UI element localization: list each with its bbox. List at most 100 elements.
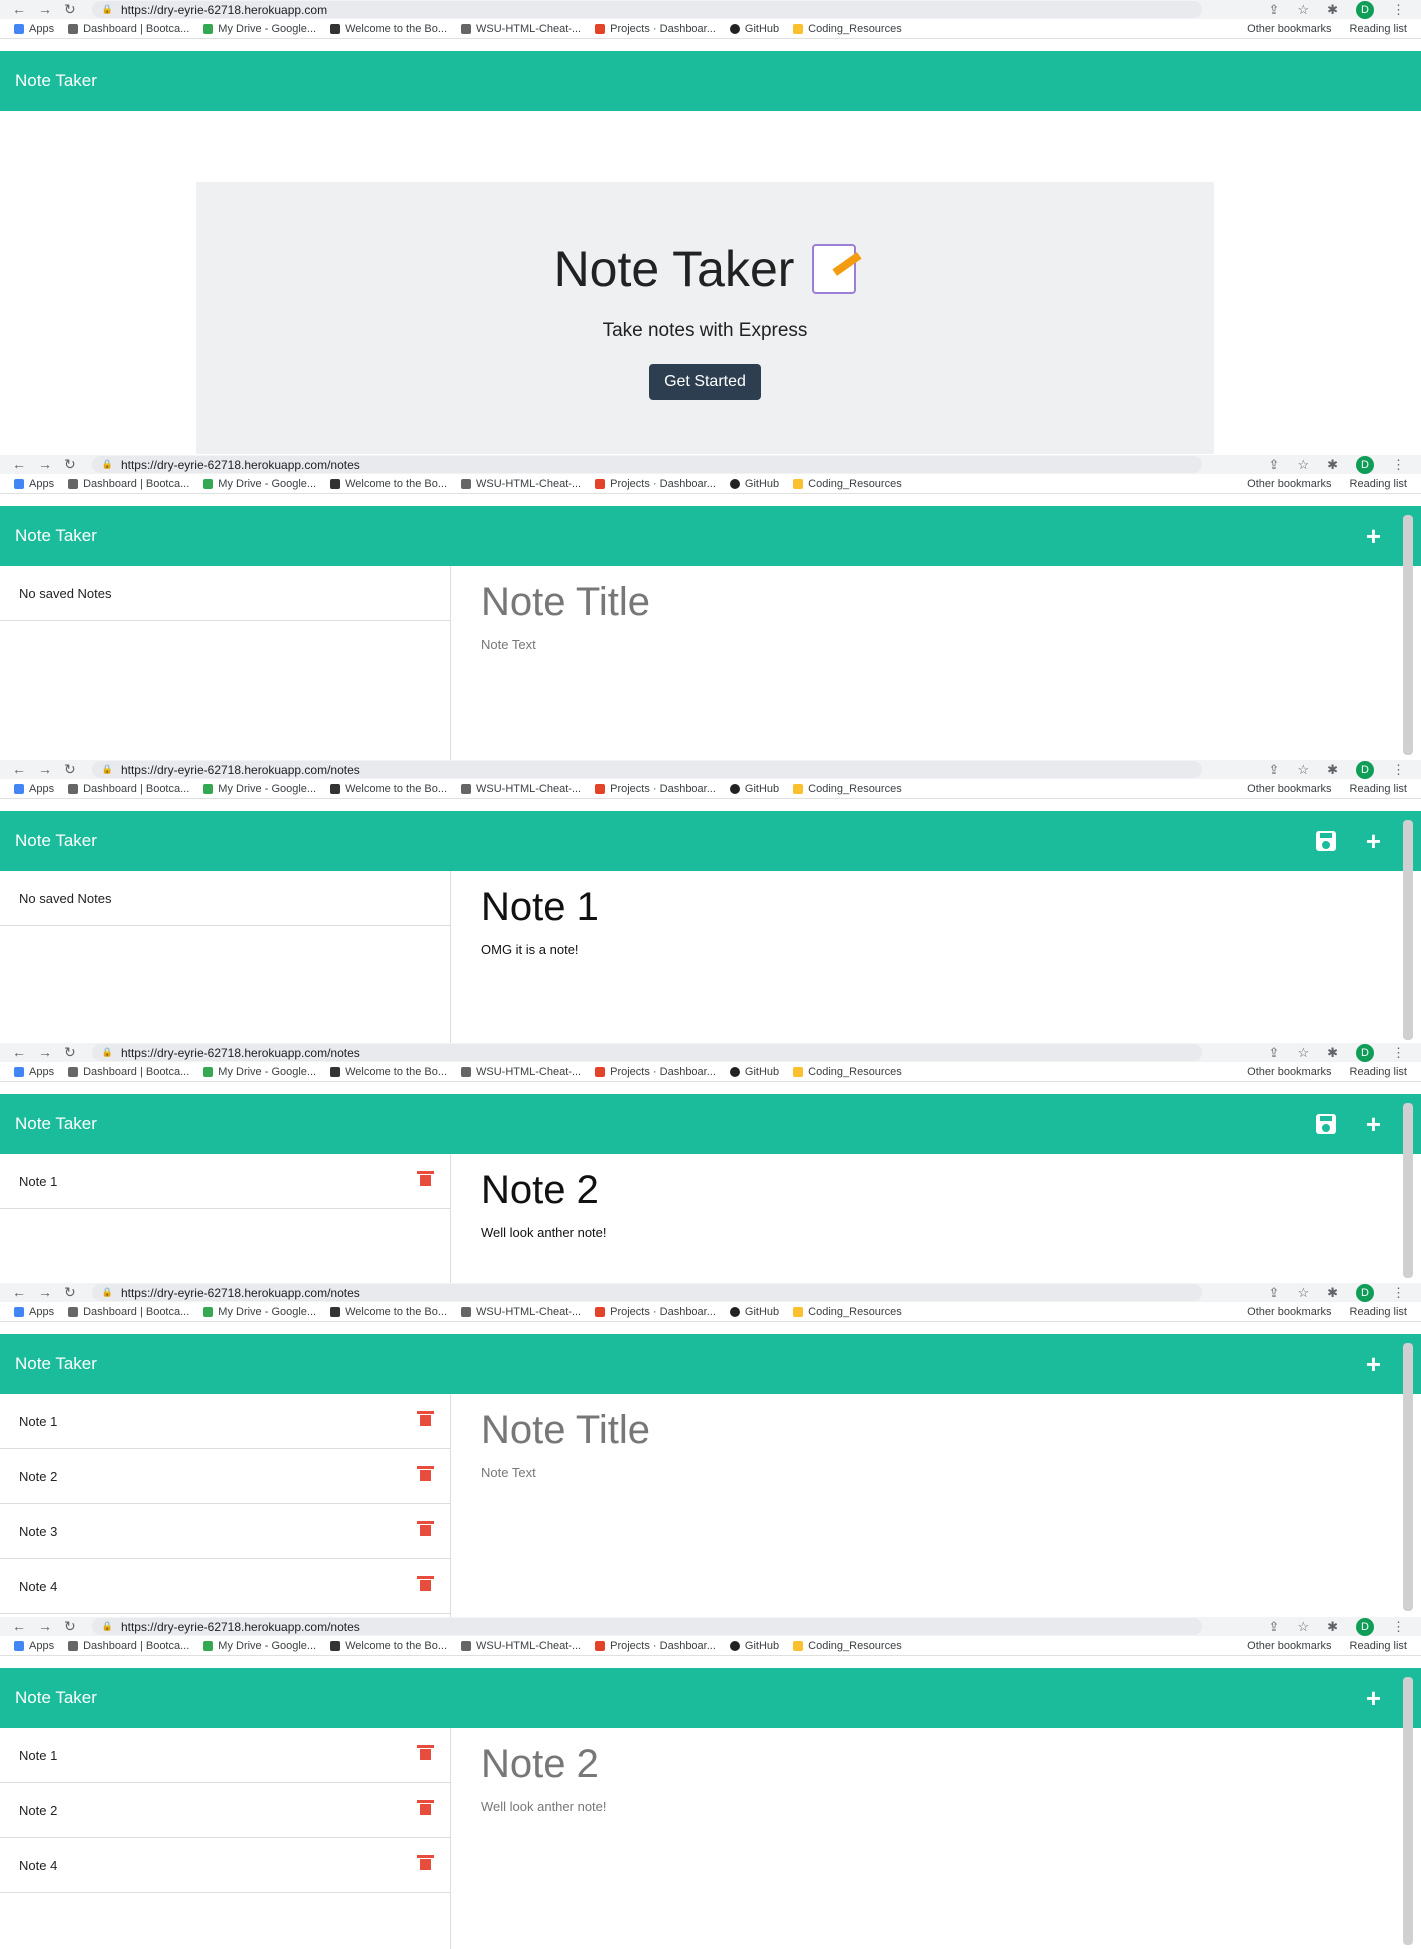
note-text-input[interactable]: Note Text [481,1465,1403,1480]
bookmark-wsu[interactable]: WSU-HTML-Cheat-... [461,478,581,490]
menu-icon[interactable]: ⋮ [1392,1285,1405,1301]
bookmark-coding[interactable]: Coding_Resources [793,1306,902,1318]
reading-list[interactable]: Reading list [1350,23,1407,35]
extensions-icon[interactable]: ✱ [1327,457,1338,473]
back-icon[interactable]: ← [12,1284,26,1301]
bookmark-wsu[interactable]: WSU-HTML-Cheat-... [461,1306,581,1318]
bookmark-welcome[interactable]: Welcome to the Bo... [330,1306,447,1318]
plus-icon[interactable]: + [1366,1109,1381,1140]
bookmark-github[interactable]: GitHub [729,1066,779,1078]
star-icon[interactable]: ☆ [1297,2,1309,18]
app-title[interactable]: Note Taker [15,1688,97,1708]
bookmark-apps[interactable]: Apps [14,1306,54,1318]
bookmark-welcome[interactable]: Welcome to the Bo... [330,1640,447,1652]
list-item[interactable]: Note 2 [0,1449,450,1504]
bookmark-dashboard[interactable]: Dashboard | Bootca... [68,783,189,795]
avatar[interactable]: D [1356,1283,1374,1302]
note-item-title[interactable]: Note 1 [19,1414,57,1429]
app-title[interactable]: Note Taker [15,831,97,851]
bookmark-projects[interactable]: Projects · Dashboar... [595,1066,716,1078]
plus-icon[interactable]: + [1366,521,1381,552]
address-bar[interactable]: 🔒 https://dry-eyrie-62718.herokuapp.com/n… [91,1284,1202,1301]
note-item-title[interactable]: Note 3 [19,1524,57,1539]
bookmark-welcome[interactable]: Welcome to the Bo... [330,783,447,795]
reading-list[interactable]: Reading list [1350,478,1407,490]
list-item[interactable]: Note 4 [0,1838,450,1893]
bookmark-github[interactable]: GitHub [729,1640,779,1652]
bookmark-github[interactable]: GitHub [729,783,779,795]
bookmark-dashboard[interactable]: Dashboard | Bootca... [68,1306,189,1318]
bookmark-welcome[interactable]: Welcome to the Bo... [330,1066,447,1078]
app-title[interactable]: Note Taker [15,71,97,91]
avatar[interactable]: D [1356,0,1374,19]
bookmark-apps[interactable]: Apps [14,478,54,490]
bookmark-wsu[interactable]: WSU-HTML-Cheat-... [461,783,581,795]
bookmark-drive[interactable]: My Drive - Google... [203,1640,316,1652]
scrollbar[interactable] [1403,820,1413,1040]
menu-icon[interactable]: ⋮ [1392,1045,1405,1061]
avatar[interactable]: D [1356,1043,1374,1062]
back-icon[interactable]: ← [12,1618,26,1635]
bookmark-coding[interactable]: Coding_Resources [793,23,902,35]
bookmark-projects[interactable]: Projects · Dashboar... [595,783,716,795]
extensions-icon[interactable]: ✱ [1327,762,1338,778]
forward-icon[interactable]: → [38,1044,52,1061]
bookmark-apps[interactable]: Apps [14,1640,54,1652]
reload-icon[interactable]: ↻ [64,1618,76,1635]
reload-icon[interactable]: ↻ [64,1044,76,1061]
trash-icon[interactable] [417,1576,434,1591]
note-item-title[interactable]: Note 4 [19,1579,57,1594]
bookmark-drive[interactable]: My Drive - Google... [203,1306,316,1318]
reading-list[interactable]: Reading list [1350,1066,1407,1078]
share-icon[interactable]: ⇪ [1269,1045,1280,1061]
other-bookmarks[interactable]: Other bookmarks [1247,478,1331,490]
trash-icon[interactable] [417,1745,434,1760]
scrollbar[interactable] [1403,1103,1413,1278]
bookmark-coding[interactable]: Coding_Resources [793,1066,902,1078]
bookmark-drive[interactable]: My Drive - Google... [203,783,316,795]
star-icon[interactable]: ☆ [1297,1045,1309,1061]
note-item-title[interactable]: Note 2 [19,1803,57,1818]
back-icon[interactable]: ← [12,761,26,778]
reading-list[interactable]: Reading list [1350,1306,1407,1318]
list-item[interactable]: Note 1 [0,1394,450,1449]
trash-icon[interactable] [417,1411,434,1426]
bookmark-github[interactable]: GitHub [729,1306,779,1318]
bookmark-apps[interactable]: Apps [14,23,54,35]
note-text-input[interactable]: Note Text [481,637,1403,652]
reading-list[interactable]: Reading list [1350,1640,1407,1652]
reading-list[interactable]: Reading list [1350,783,1407,795]
back-icon[interactable]: ← [12,1044,26,1061]
note-title-input[interactable]: Note Title [481,1408,1403,1453]
bookmark-drive[interactable]: My Drive - Google... [203,23,316,35]
menu-icon[interactable]: ⋮ [1392,2,1405,18]
plus-icon[interactable]: + [1366,826,1381,857]
bookmark-drive[interactable]: My Drive - Google... [203,1066,316,1078]
bookmark-apps[interactable]: Apps [14,1066,54,1078]
back-icon[interactable]: ← [12,456,26,473]
app-title[interactable]: Note Taker [15,1114,97,1134]
scrollbar[interactable] [1403,1343,1413,1611]
address-bar[interactable]: 🔒 https://dry-eyrie-62718.herokuapp.com/n… [91,456,1202,473]
extensions-icon[interactable]: ✱ [1327,2,1338,18]
bookmark-wsu[interactable]: WSU-HTML-Cheat-... [461,23,581,35]
note-item-title[interactable]: Note 1 [19,1174,57,1189]
bookmark-github[interactable]: GitHub [729,478,779,490]
list-item[interactable]: Note 1 [0,1728,450,1783]
note-item-title[interactable]: Note 1 [19,1748,57,1763]
forward-icon[interactable]: → [38,1618,52,1635]
extensions-icon[interactable]: ✱ [1327,1045,1338,1061]
star-icon[interactable]: ☆ [1297,762,1309,778]
address-bar[interactable]: 🔒 https://dry-eyrie-62718.herokuapp.com/n… [91,761,1202,778]
bookmark-dashboard[interactable]: Dashboard | Bootca... [68,1640,189,1652]
avatar[interactable]: D [1356,455,1374,474]
bookmark-welcome[interactable]: Welcome to the Bo... [330,478,447,490]
plus-icon[interactable]: + [1366,1349,1381,1380]
trash-icon[interactable] [417,1800,434,1815]
other-bookmarks[interactable]: Other bookmarks [1247,1640,1331,1652]
plus-icon[interactable]: + [1366,1683,1381,1714]
extensions-icon[interactable]: ✱ [1327,1285,1338,1301]
list-item[interactable]: Note 1 [0,1154,450,1209]
star-icon[interactable]: ☆ [1297,457,1309,473]
list-item[interactable]: Note 3 [0,1504,450,1559]
